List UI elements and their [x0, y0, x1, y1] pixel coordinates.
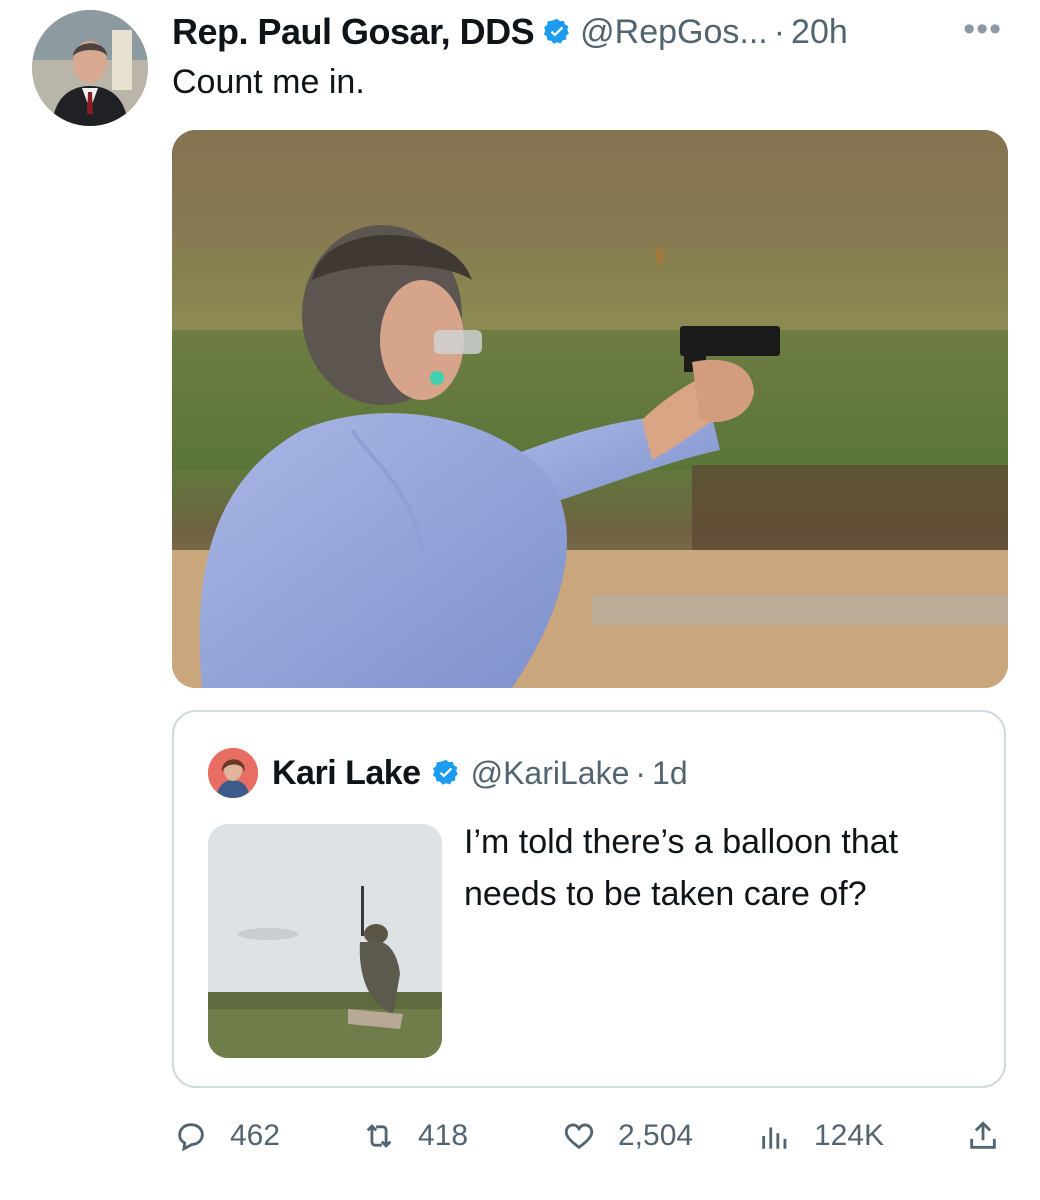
quoted-tweet-photo[interactable] [208, 824, 442, 1058]
tweet-media-photo[interactable] [172, 130, 1008, 688]
views-chart-icon [762, 1127, 787, 1149]
quoted-author-name[interactable]: Kari Lake [272, 754, 421, 793]
author-handle[interactable]: @RepGos... [580, 13, 768, 52]
like-count: 2,504 [618, 1119, 694, 1152]
separator: · [635, 754, 647, 791]
retweet-icon [366, 1124, 392, 1148]
reply-count: 462 [230, 1119, 281, 1152]
more-horizontal-icon[interactable]: ••• [963, 10, 1002, 49]
views-count: 124K [814, 1119, 885, 1152]
verified-badge-icon [544, 18, 569, 44]
views-button[interactable]: 124K [758, 1110, 884, 1162]
timestamp[interactable]: 20h [791, 13, 848, 52]
reply-button[interactable]: 462 [174, 1110, 280, 1162]
like-button[interactable]: 2,504 [562, 1110, 693, 1162]
quoted-author-handle[interactable]: @KariLake [471, 755, 630, 792]
verified-badge-icon [432, 759, 458, 785]
retweet-count: 418 [418, 1119, 469, 1152]
separator: · [773, 12, 786, 51]
heart-icon [564, 1123, 594, 1150]
share-icon [970, 1121, 996, 1149]
quoted-tweet-card[interactable]: Kari Lake @KariLake · 1d I’m told there’… [172, 710, 1006, 1088]
tweet-action-bar: 462 418 2,504 124K [172, 1110, 1008, 1162]
tweet-text: Count me in. [172, 63, 365, 101]
author-avatar[interactable] [32, 10, 148, 126]
tweet-header: Rep. Paul Gosar, DDS @RepGos... · 20h ••… [172, 8, 1016, 56]
reply-icon [178, 1123, 204, 1152]
quoted-tweet-header: Kari Lake @KariLake · 1d [272, 748, 688, 798]
retweet-button[interactable]: 418 [362, 1110, 468, 1162]
quoted-tweet-text: I’m told there’s a balloon that needs to… [464, 823, 899, 913]
quoted-author-avatar[interactable] [208, 748, 258, 798]
author-name[interactable]: Rep. Paul Gosar, DDS [172, 11, 535, 53]
quoted-timestamp[interactable]: 1d [652, 755, 688, 792]
share-button[interactable] [966, 1110, 1022, 1162]
